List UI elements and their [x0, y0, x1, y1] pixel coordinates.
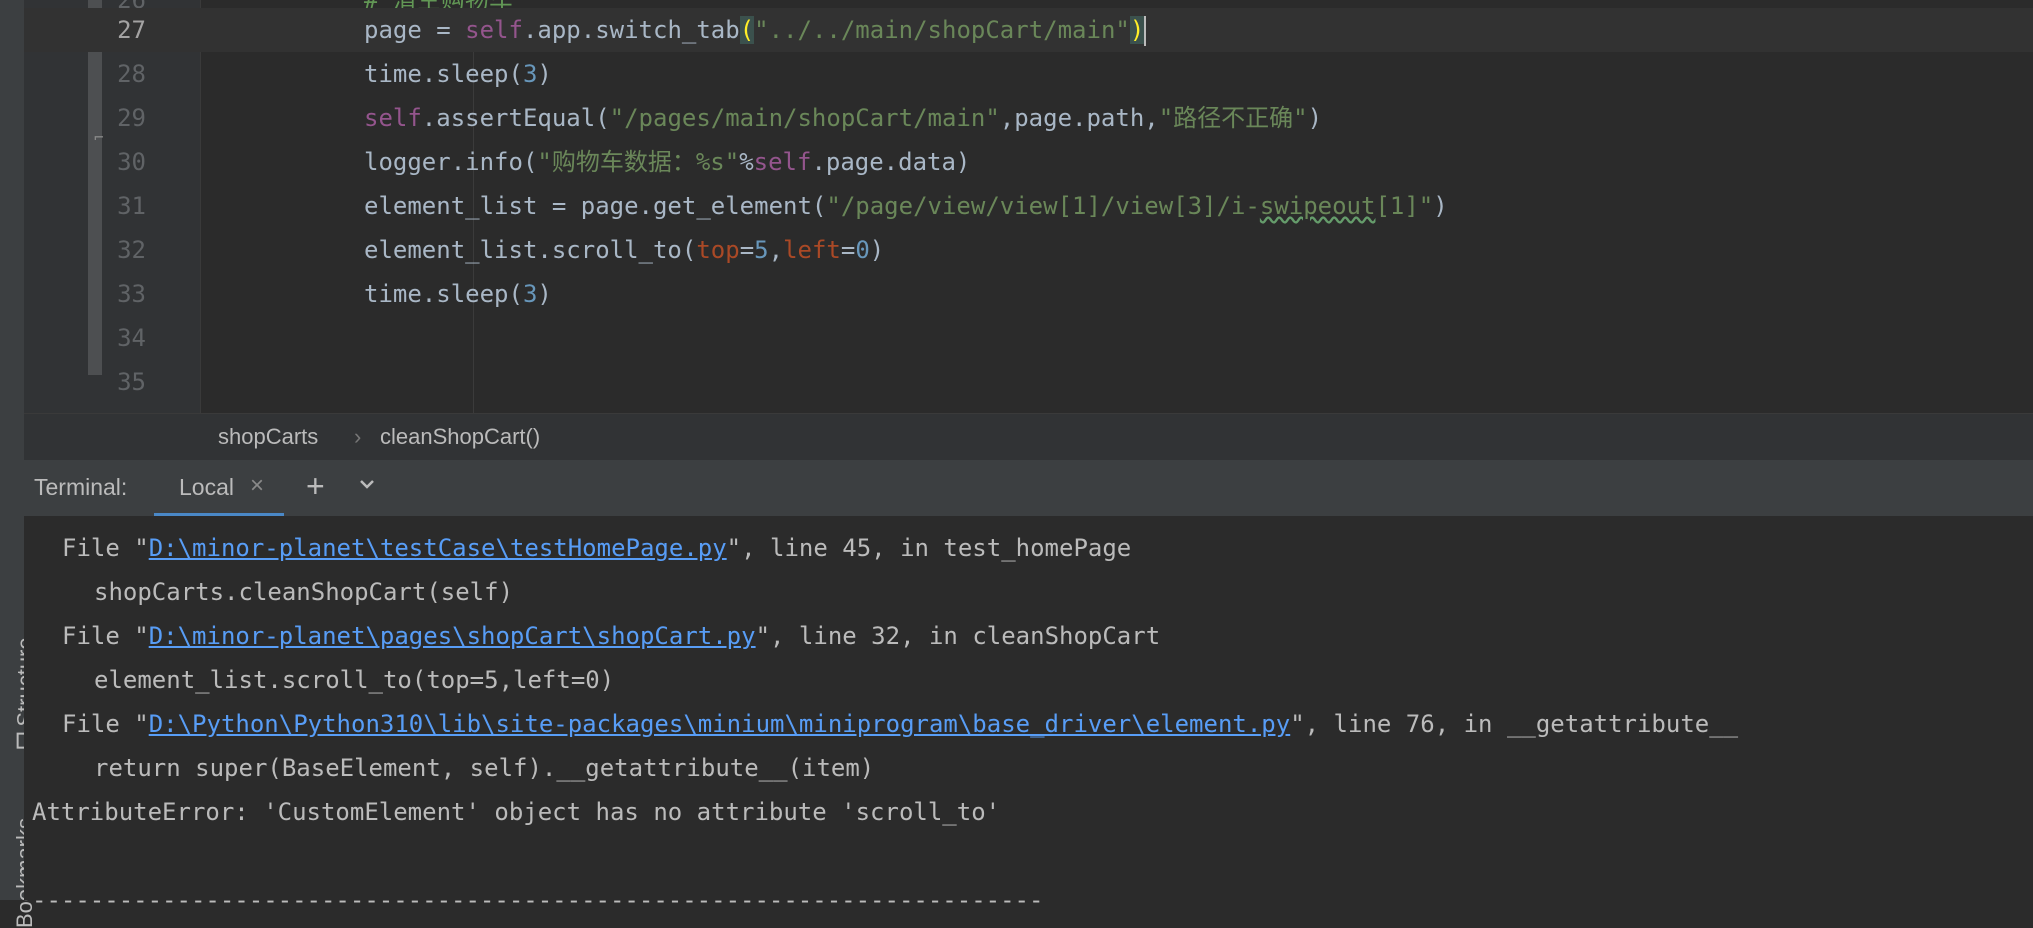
code-line[interactable]: 32 element_list.scroll_to(top=5,left=0): [24, 228, 2033, 272]
line-number: 27: [117, 16, 146, 44]
file-link[interactable]: D:\Python\Python310\lib\site-packages\mi…: [149, 710, 1291, 738]
terminal-output[interactable]: File "D:\minor-planet\testCase\testHomeP…: [24, 516, 2033, 914]
code-text: element_list.scroll_to(top=5,left=0): [364, 236, 885, 264]
code-line[interactable]: 35: [24, 360, 2033, 404]
line-number: 34: [117, 324, 146, 352]
terminal-line: File "D:\minor-planet\testCase\testHomeP…: [62, 534, 1132, 562]
breadcrumb-method[interactable]: cleanShopCart(): [380, 424, 540, 450]
close-icon[interactable]: ×: [250, 472, 264, 500]
code-text: page = self.app.switch_tab("../../main/s…: [364, 16, 1147, 46]
code-text: time.sleep(3): [364, 280, 552, 308]
line-number: 29: [117, 104, 146, 132]
tool-window-strip: Structure Bookmarks: [0, 0, 38, 928]
breadcrumb: shopCarts › cleanShopCart(): [24, 413, 2033, 460]
code-text: element_list = page.get_element("/page/v…: [364, 192, 1448, 220]
breadcrumb-separator: ›: [354, 424, 362, 449]
code-text: time.sleep(3): [364, 60, 552, 88]
file-link[interactable]: D:\minor-planet\pages\shopCart\shopCart.…: [149, 622, 756, 650]
line-number: 30: [117, 148, 146, 176]
terminal-line: element_list.scroll_to(top=5,left=0): [94, 666, 615, 694]
terminal-line: return super(BaseElement, self).__getatt…: [94, 754, 875, 782]
chevron-down-icon[interactable]: [359, 476, 375, 492]
terminal-line: shopCarts.cleanShopCart(self): [94, 578, 514, 606]
breadcrumb-class[interactable]: shopCarts: [218, 424, 318, 450]
line-number: 33: [117, 280, 146, 308]
terminal-tab-label: Local: [179, 474, 234, 500]
line-number: 28: [117, 60, 146, 88]
terminal-line: ----------------------------------------…: [32, 886, 1044, 914]
add-icon[interactable]: +: [306, 468, 325, 505]
code-text: self.assertEqual("/pages/main/shopCart/m…: [364, 104, 1323, 132]
code-line[interactable]: 33 time.sleep(3): [24, 272, 2033, 316]
code-line[interactable]: 29 self.assertEqual("/pages/main/shopCart…: [24, 96, 2033, 140]
terminal-toolbar: Terminal: Local × +: [24, 460, 2033, 517]
terminal-tab-local[interactable]: Local ×: [154, 460, 284, 517]
code-line[interactable]: 30 logger.info("购物车数据：%s"%self.page.data): [24, 140, 2033, 184]
terminal-label: Terminal:: [34, 474, 128, 500]
line-number: 35: [117, 368, 146, 396]
terminal-line: AttributeError: 'CustomElement' object h…: [32, 798, 1001, 826]
terminal-line: File "D:\Python\Python310\lib\site-packa…: [62, 710, 1739, 738]
code-text: logger.info("购物车数据：%s"%self.page.data): [364, 148, 971, 176]
text-caret: [1144, 16, 1147, 46]
code-line[interactable]: 31 element_list = page.get_element("/page…: [24, 184, 2033, 228]
file-link[interactable]: D:\minor-planet\testCase\testHomePage.py: [149, 534, 727, 562]
terminal-line: File "D:\minor-planet\pages\shopCart\sho…: [62, 622, 1161, 650]
code-line[interactable]: 28 time.sleep(3): [24, 52, 2033, 96]
code-line[interactable]: 27 page = self.app.switch_tab("../../main…: [24, 8, 2033, 52]
code-line[interactable]: 34: [24, 316, 2033, 360]
line-number: 32: [117, 236, 146, 264]
line-number: 31: [117, 192, 146, 220]
